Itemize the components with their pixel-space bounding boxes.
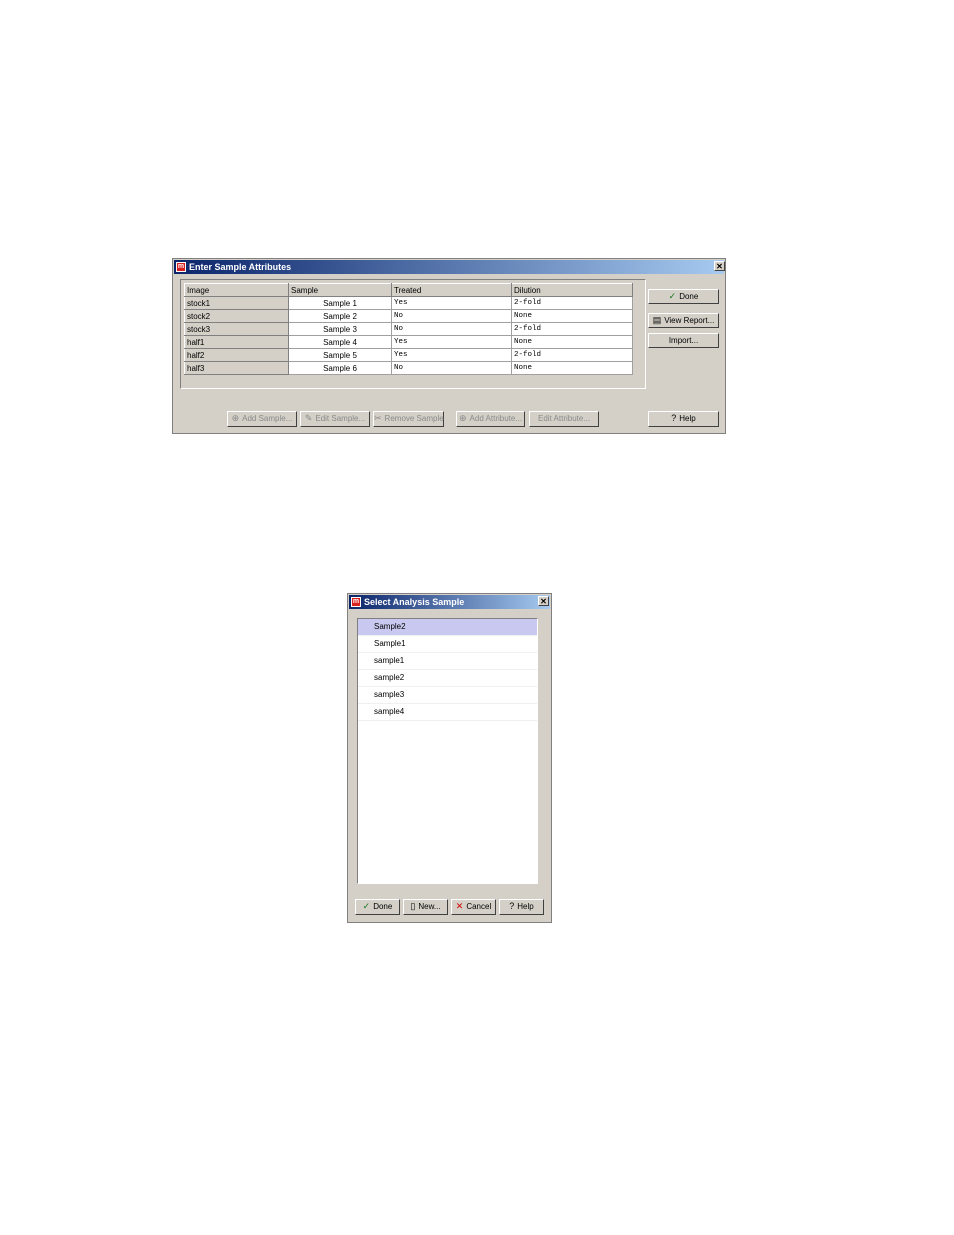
- sample-list[interactable]: Sample2 Sample1 sample1 sample2 sample3 …: [357, 618, 538, 884]
- remove-sample-button[interactable]: ✂ Remove Sample: [373, 411, 444, 427]
- sample-cell[interactable]: Sample 1: [288, 296, 392, 310]
- add-sample-button[interactable]: ⊕ Add Sample...: [227, 411, 297, 427]
- list-item[interactable]: Sample2: [358, 619, 537, 636]
- help-button[interactable]: ? Help: [648, 411, 719, 427]
- cancel-label: Cancel: [466, 902, 492, 911]
- add-attribute-icon: ⊕: [458, 413, 467, 423]
- treated-cell[interactable]: Yes: [391, 348, 512, 362]
- select-analysis-sample-dialog: m Select Analysis Sample ✕ Sample2 Sampl…: [347, 593, 552, 923]
- edit-sample-icon: ✎: [304, 413, 313, 423]
- column-header-sample[interactable]: Sample: [288, 283, 392, 297]
- dilution-cell[interactable]: None: [511, 335, 633, 349]
- app-icon: m: [176, 262, 186, 272]
- new-label: New...: [418, 902, 441, 911]
- image-cell[interactable]: stock3: [184, 322, 289, 336]
- red-x-icon: ✕: [455, 901, 464, 911]
- dilution-cell[interactable]: None: [511, 361, 633, 375]
- dialog-titlebar[interactable]: m Select Analysis Sample ✕: [349, 595, 550, 609]
- app-icon: m: [351, 597, 361, 607]
- dilution-cell[interactable]: 2-fold: [511, 296, 633, 310]
- view-report-label: View Report...: [664, 316, 715, 325]
- edit-attribute-button[interactable]: Edit Attribute...: [529, 411, 599, 427]
- treated-cell[interactable]: No: [391, 322, 512, 336]
- dilution-cell[interactable]: None: [511, 309, 633, 323]
- add-sample-icon: ⊕: [231, 413, 240, 423]
- sample-cell[interactable]: Sample 3: [288, 322, 392, 336]
- sample-cell[interactable]: Sample 4: [288, 335, 392, 349]
- attributes-grid: Image Sample Treated Dilution stock1 Sam…: [180, 279, 646, 389]
- treated-cell[interactable]: No: [391, 309, 512, 323]
- list-item[interactable]: Sample1: [358, 636, 537, 653]
- table-row[interactable]: stock3 Sample 3 No 2-fold: [184, 322, 633, 336]
- dialog-title: Enter Sample Attributes: [189, 262, 292, 272]
- help-icon: ?: [671, 413, 677, 423]
- sample-cell[interactable]: Sample 2: [288, 309, 392, 323]
- edit-attribute-label: Edit Attribute...: [537, 414, 591, 423]
- table-row[interactable]: half2 Sample 5 Yes 2-fold: [184, 348, 633, 362]
- image-cell[interactable]: half2: [184, 348, 289, 362]
- image-cell[interactable]: stock2: [184, 309, 289, 323]
- close-icon[interactable]: ✕: [538, 596, 549, 606]
- new-button[interactable]: ▯ New...: [403, 899, 448, 915]
- list-item[interactable]: sample3: [358, 687, 537, 704]
- cancel-button[interactable]: ✕ Cancel: [451, 899, 496, 915]
- help-label: Help: [517, 902, 534, 911]
- new-document-icon: ▯: [410, 901, 416, 911]
- list-item[interactable]: sample1: [358, 653, 537, 670]
- add-attribute-label: Add Attribute...: [469, 414, 523, 423]
- table-row[interactable]: half1 Sample 4 Yes None: [184, 335, 633, 349]
- done-button[interactable]: ✓ Done: [355, 899, 400, 915]
- column-header-treated[interactable]: Treated: [391, 283, 512, 297]
- help-icon: ?: [509, 901, 515, 911]
- column-header-dilution[interactable]: Dilution: [511, 283, 633, 297]
- edit-sample-label: Edit Sample...: [315, 414, 366, 423]
- done-label: Done: [373, 902, 393, 911]
- image-cell[interactable]: half3: [184, 361, 289, 375]
- import-button[interactable]: Import...: [648, 333, 719, 348]
- enter-sample-attributes-dialog: m Enter Sample Attributes ✕ Image Sample…: [172, 258, 726, 434]
- done-label: Done: [679, 292, 699, 301]
- list-item[interactable]: sample4: [358, 704, 537, 721]
- table-row[interactable]: half3 Sample 6 No None: [184, 361, 633, 375]
- remove-sample-icon: ✂: [374, 413, 382, 423]
- column-header-image[interactable]: Image: [184, 283, 289, 297]
- dialog-title: Select Analysis Sample: [364, 597, 465, 607]
- table-row[interactable]: stock2 Sample 2 No None: [184, 309, 633, 323]
- sample-cell[interactable]: Sample 6: [288, 361, 392, 375]
- help-label: Help: [679, 414, 696, 423]
- help-button[interactable]: ? Help: [499, 899, 544, 915]
- add-attribute-button[interactable]: ⊕ Add Attribute...: [456, 411, 525, 427]
- dilution-cell[interactable]: 2-fold: [511, 322, 633, 336]
- table-row[interactable]: stock1 Sample 1 Yes 2-fold: [184, 296, 633, 310]
- view-report-button[interactable]: ▤ View Report...: [648, 313, 719, 328]
- list-item[interactable]: sample2: [358, 670, 537, 687]
- printer-icon: ▤: [652, 315, 662, 325]
- checkmark-icon: ✓: [362, 901, 371, 911]
- done-button[interactable]: ✓ Done: [648, 289, 719, 304]
- sample-cell[interactable]: Sample 5: [288, 348, 392, 362]
- treated-cell[interactable]: Yes: [391, 335, 512, 349]
- edit-sample-button[interactable]: ✎ Edit Sample...: [300, 411, 370, 427]
- treated-cell[interactable]: No: [391, 361, 512, 375]
- add-sample-label: Add Sample...: [242, 414, 293, 423]
- dilution-cell[interactable]: 2-fold: [511, 348, 633, 362]
- remove-sample-label: Remove Sample: [384, 414, 444, 423]
- checkmark-icon: ✓: [668, 291, 677, 301]
- image-cell[interactable]: half1: [184, 335, 289, 349]
- attributes-table: Image Sample Treated Dilution stock1 Sam…: [184, 283, 633, 375]
- dialog-titlebar[interactable]: m Enter Sample Attributes ✕: [174, 260, 725, 274]
- close-icon[interactable]: ✕: [714, 261, 725, 271]
- image-cell[interactable]: stock1: [184, 296, 289, 310]
- import-label: Import...: [668, 336, 699, 345]
- treated-cell[interactable]: Yes: [391, 296, 512, 310]
